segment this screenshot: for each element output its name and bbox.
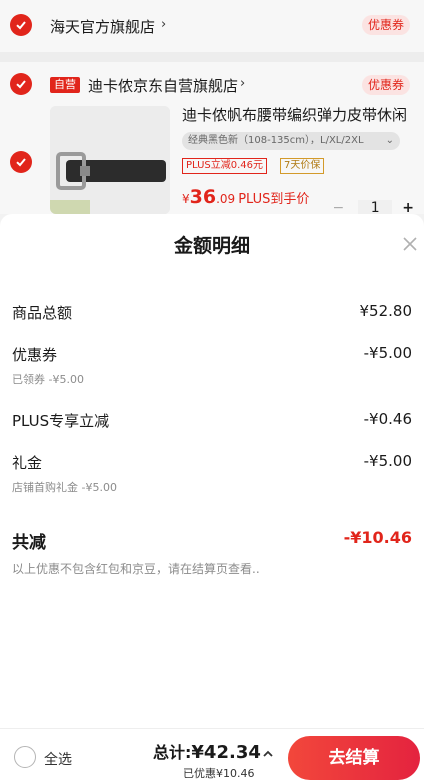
row-value: -¥5.00: [363, 452, 412, 470]
product-title[interactable]: 迪卡侬帆布腰带编织弹力皮带休闲: [182, 104, 412, 125]
row-label: PLUS专享立减: [12, 412, 110, 430]
price-integer: 36: [189, 186, 217, 208]
self-operated-badge: 自营: [50, 77, 80, 93]
close-icon[interactable]: [398, 232, 422, 256]
coupon-tag[interactable]: 优惠券: [361, 15, 410, 35]
product-image[interactable]: [50, 106, 170, 214]
row-plus-discount: PLUS专享立减 -¥0.46: [12, 410, 412, 431]
store-name[interactable]: 海天官方旗舰店: [50, 16, 155, 37]
total-price-amount: ¥42.34: [191, 742, 261, 763]
variant-selector[interactable]: 经典黑色新（108-135cm），L/XL/2XL ⌄: [182, 132, 400, 150]
discount-note: 以上优惠不包含红包和京豆，请在结算页查看..: [12, 562, 260, 576]
cart-background: 海天官方旗舰店 › 优惠券 自营 迪卡侬京东自营旗舰店 › 优惠券 迪卡侬帆布腰…: [0, 0, 424, 216]
select-all-label[interactable]: 全选: [44, 749, 72, 769]
row-label: 优惠券: [12, 346, 58, 364]
total-price-label: 总计:: [153, 743, 192, 762]
row-sub-text: 店铺首购礼金 -¥5.00: [12, 481, 117, 494]
item-checkbox-checked-icon[interactable]: [10, 151, 32, 173]
total-label: 共减: [12, 533, 46, 553]
store-checkbox-checked-icon[interactable]: [10, 14, 32, 36]
chevron-down-icon: ⌄: [385, 135, 394, 146]
amount-detail-sheet: 金额明细 商品总额 ¥52.80 优惠券 -¥5.00 已领券 -¥5.00 P…: [0, 214, 424, 728]
store-row-haitian[interactable]: 海天官方旗舰店 › 优惠券: [0, 0, 424, 52]
row-label: 商品总额: [12, 304, 73, 322]
checkout-button[interactable]: 去结算: [288, 736, 420, 780]
price-currency: ¥: [182, 192, 190, 206]
price-suffix: PLUS到手价: [238, 192, 310, 207]
chevron-up-icon[interactable]: [261, 746, 275, 760]
row-value: -¥0.46: [363, 410, 412, 428]
store-name[interactable]: 迪卡侬京东自营旗舰店: [88, 75, 238, 96]
chevron-right-icon: ›: [161, 17, 167, 32]
price-decimal: .09: [216, 192, 236, 206]
total-price: 总计:¥42.34: [153, 739, 261, 763]
plus-discount-tag: PLUS立减0.46元: [182, 158, 268, 174]
row-gift-money: 礼金 -¥5.00 店铺首购礼金 -¥5.00: [12, 452, 412, 495]
row-sub-text: 已领券 -¥5.00: [12, 373, 84, 386]
row-value: ¥52.80: [359, 302, 413, 320]
product-price: ¥36.09 PLUS到手价: [182, 186, 309, 208]
store-checkbox-checked-icon[interactable]: [10, 73, 32, 95]
chevron-right-icon: ›: [240, 76, 246, 91]
price-protect-tag: 7天价保: [280, 158, 325, 174]
total-value: -¥10.46: [343, 528, 412, 547]
sheet-title: 金额明细: [173, 235, 250, 257]
checkout-bar: 全选 总计:¥42.34 已优惠¥10.46 去结算: [0, 728, 424, 783]
row-value: -¥5.00: [363, 344, 412, 362]
row-coupon: 优惠券 -¥5.00 已领券 -¥5.00: [12, 344, 412, 387]
coupon-tag[interactable]: 优惠券: [361, 75, 410, 95]
variant-label: 经典黑色新（108-135cm），L/XL/2XL: [188, 135, 364, 146]
saved-amount: 已优惠¥10.46: [183, 767, 255, 780]
row-goods-total: 商品总额 ¥52.80: [12, 302, 412, 323]
store-row-decathlon: 自营 迪卡侬京东自营旗舰店 › 优惠券 迪卡侬帆布腰带编织弹力皮带休闲 经典黑色…: [0, 62, 424, 216]
row-label: 礼金: [12, 454, 43, 472]
select-all-radio[interactable]: [14, 746, 36, 768]
row-total-discount: 共减 -¥10.46: [12, 528, 412, 553]
